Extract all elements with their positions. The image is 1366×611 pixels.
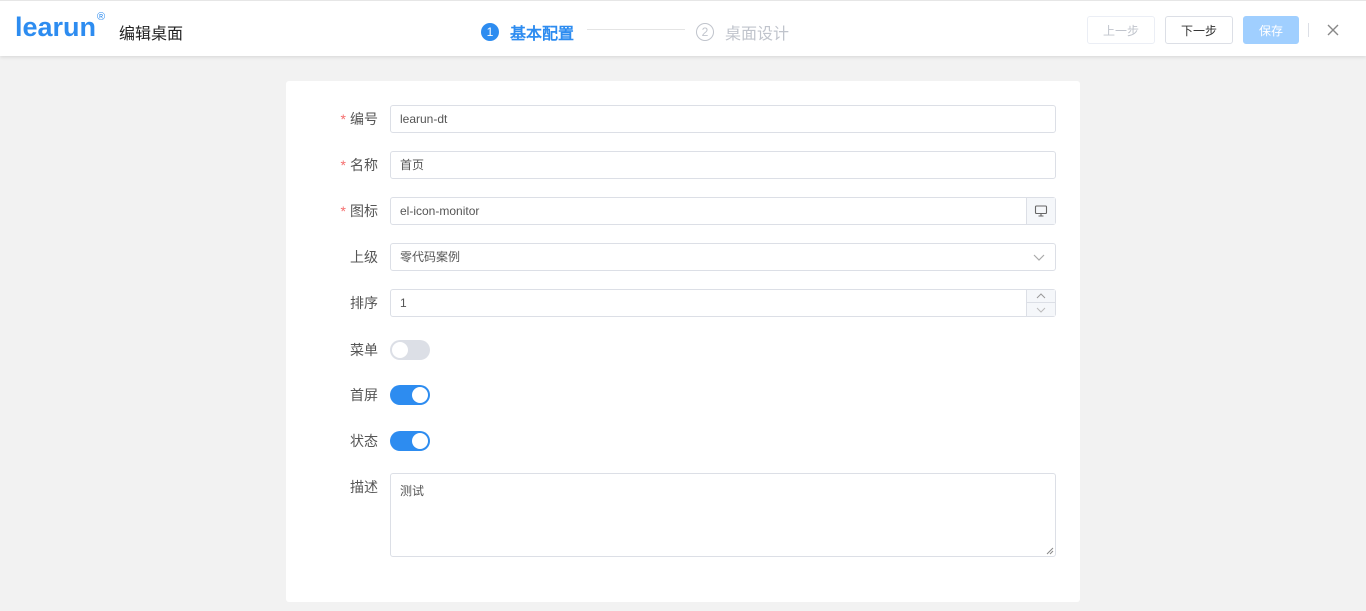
prev-step-button[interactable]: 上一步 — [1087, 16, 1155, 44]
icon-picker-button[interactable] — [1026, 198, 1055, 224]
menu-toggle[interactable] — [390, 340, 430, 360]
form-row-code: * 编号 learun-dt — [286, 105, 1080, 133]
top-bar: learun® 编辑桌面 1 基本配置 2 桌面设计 上一步 下一步 保存 — [0, 0, 1366, 56]
home-screen-toggle[interactable] — [390, 385, 430, 405]
save-button[interactable]: 保存 — [1243, 16, 1299, 44]
description-value: 测试 — [400, 484, 425, 498]
code-input[interactable]: learun-dt — [390, 105, 1056, 133]
step-basic-config: 1 基本配置 — [481, 20, 574, 44]
form-row-description: 描述 测试 — [286, 473, 1080, 557]
required-mark: * — [340, 157, 346, 173]
chevron-up-icon — [1036, 293, 1046, 299]
form-row-status: 状态 — [286, 427, 1080, 455]
form-row-home-screen: 首屏 — [286, 381, 1080, 409]
chevron-down-icon — [1036, 307, 1046, 313]
chevron-down-icon — [1033, 254, 1045, 261]
required-mark: * — [340, 203, 346, 219]
description-textarea[interactable]: 测试 — [390, 473, 1056, 557]
step-label: 桌面设计 — [725, 26, 790, 43]
code-label: * 编号 — [340, 111, 378, 127]
sort-label: 排序 — [350, 295, 378, 311]
status-toggle[interactable] — [390, 431, 430, 451]
form-row-icon: * 图标 el-icon-monitor — [286, 197, 1080, 225]
form-panel: * 编号 learun-dt * 名称 首页 * 图标 el-icon-monitor… — [286, 81, 1080, 602]
home-screen-label: 首屏 — [350, 387, 378, 403]
next-step-button[interactable]: 下一步 — [1165, 16, 1233, 44]
form-row-menu: 菜单 — [286, 336, 1080, 364]
sort-value: 1 — [400, 296, 407, 310]
menu-label: 菜单 — [350, 342, 378, 358]
required-mark: * — [340, 111, 346, 127]
app-logo: learun® — [15, 11, 106, 42]
step-number: 2 — [696, 23, 714, 41]
step-connector — [587, 29, 685, 30]
decrease-button[interactable] — [1027, 303, 1055, 316]
stepper-controls — [1026, 290, 1055, 316]
icon-input-value: el-icon-monitor — [400, 204, 480, 218]
toggle-knob — [412, 387, 428, 403]
name-input[interactable]: 首页 — [390, 151, 1056, 179]
toggle-knob — [412, 433, 428, 449]
parent-select[interactable]: 零代码案例 — [390, 243, 1056, 271]
parent-select-value: 零代码案例 — [400, 250, 461, 264]
divider — [1308, 23, 1309, 37]
resize-grip-icon[interactable] — [1046, 547, 1054, 555]
close-icon[interactable] — [1325, 22, 1341, 38]
form-row-parent: 上级 零代码案例 — [286, 243, 1080, 271]
description-label: 描述 — [350, 479, 378, 495]
step-number: 1 — [481, 23, 499, 41]
step-desktop-design: 2 桌面设计 — [696, 20, 789, 44]
increase-button[interactable] — [1027, 290, 1055, 303]
icon-label: * 图标 — [340, 203, 378, 219]
toggle-knob — [392, 342, 408, 358]
name-label: * 名称 — [340, 157, 378, 173]
form-row-name: * 名称 首页 — [286, 151, 1080, 179]
parent-label: 上级 — [350, 249, 378, 265]
step-label: 基本配置 — [510, 26, 575, 43]
icon-input[interactable]: el-icon-monitor — [390, 197, 1056, 225]
form-row-sort: 排序 1 — [286, 289, 1080, 317]
page-title: 编辑桌面 — [119, 26, 184, 43]
status-label: 状态 — [350, 433, 378, 449]
sort-stepper[interactable]: 1 — [390, 289, 1056, 317]
monitor-icon — [1034, 205, 1048, 217]
